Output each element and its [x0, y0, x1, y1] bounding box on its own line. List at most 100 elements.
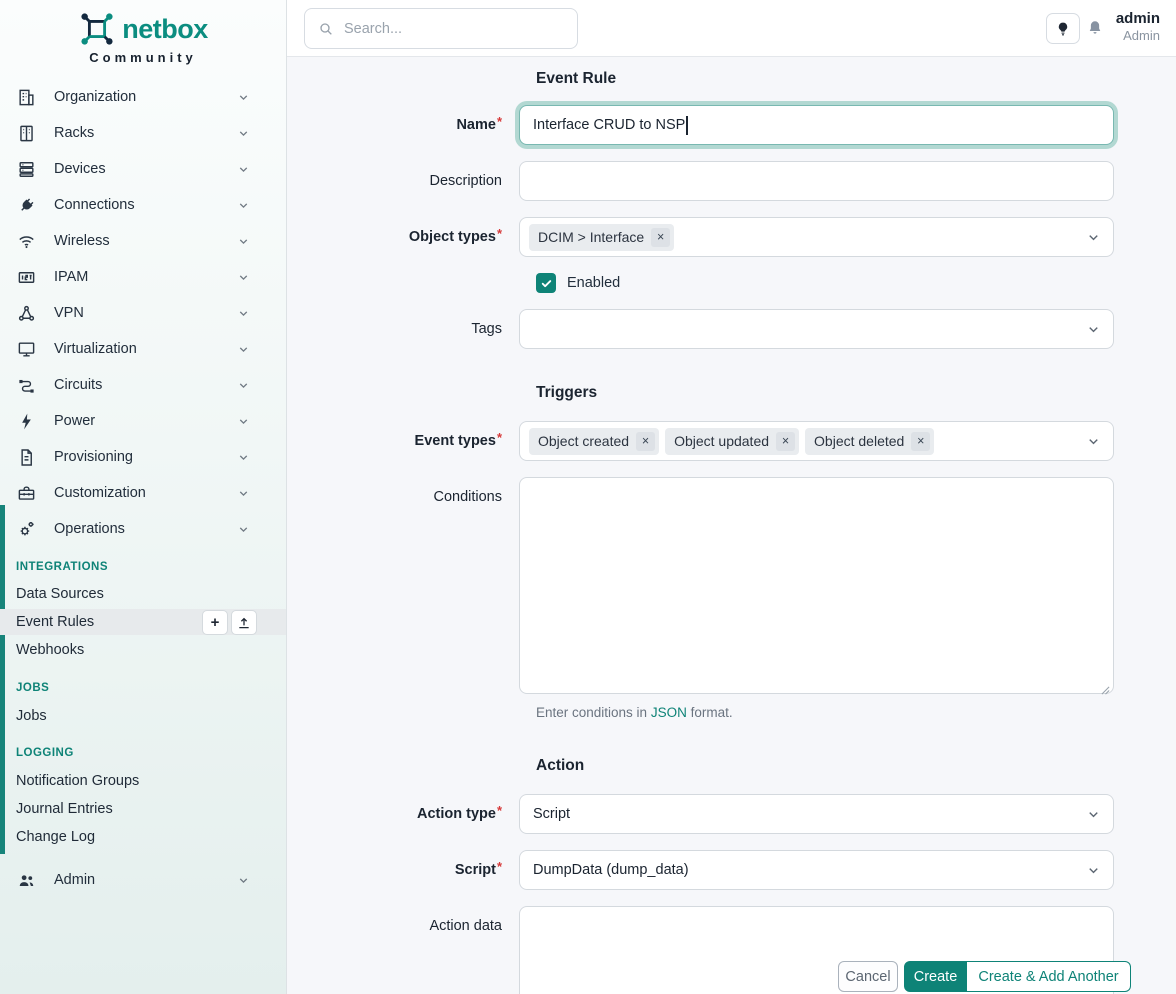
global-search[interactable] [304, 8, 578, 49]
selected-tag: DCIM > Interface × [529, 224, 674, 251]
circuit-icon [16, 375, 36, 395]
action-type-select[interactable]: Script [519, 794, 1114, 834]
sidebar-menu: Organization Racks Devices Connections W… [0, 79, 286, 547]
enabled-label: Enabled [567, 275, 620, 291]
chevron-down-icon [237, 163, 250, 176]
chevron-down-icon [237, 127, 250, 140]
brand-tagline: Community [0, 50, 286, 65]
import-event-rule-button[interactable] [231, 610, 257, 635]
sidebar-item-operations[interactable]: Operations [0, 511, 286, 547]
sidebar-item-change-log[interactable]: Change Log [0, 824, 286, 850]
section-title: LOGGING [0, 746, 286, 760]
user-menu[interactable]: admin Admin [1116, 9, 1160, 44]
sidebar-item-vpn[interactable]: VPN [0, 295, 286, 331]
brand-name: netbox [122, 14, 208, 45]
sidebar-item-customization[interactable]: Customization [0, 475, 286, 511]
enabled-row: Enabled [536, 273, 1176, 293]
wifi-icon [16, 231, 36, 251]
netbox-logo[interactable]: netbox [0, 0, 286, 48]
object-types-select[interactable]: DCIM > Interface × [519, 217, 1114, 257]
network-nodes-icon [16, 303, 36, 323]
netbox-logo-icon [78, 10, 116, 48]
sidebar-item-circuits[interactable]: Circuits [0, 367, 286, 403]
event-types-select[interactable]: Object created × Object updated × Object… [519, 421, 1114, 461]
object-types-label: Object types* [287, 217, 519, 257]
section-title: INTEGRATIONS [0, 560, 286, 574]
monitor-icon [16, 339, 36, 359]
sidebar-item-wireless[interactable]: Wireless [0, 223, 286, 259]
remove-tag-icon[interactable]: × [776, 432, 795, 451]
chevron-down-icon [1086, 434, 1101, 449]
chevron-down-icon [237, 379, 250, 392]
chevron-down-icon [237, 343, 250, 356]
name-label: Name* [287, 105, 519, 145]
sidebar-item-devices[interactable]: Devices [0, 151, 286, 187]
sidebar-item-journal-entries[interactable]: Journal Entries [0, 796, 286, 822]
chevron-down-icon [1086, 863, 1101, 878]
sidebar-item-virtualization[interactable]: Virtualization [0, 331, 286, 367]
action-type-label: Action type* [287, 794, 519, 834]
sidebar-item-ipam[interactable]: IPAM [0, 259, 286, 295]
tags-label: Tags [287, 309, 519, 349]
sidebar-item-webhooks[interactable]: Webhooks [0, 637, 286, 663]
tags-select[interactable] [519, 309, 1114, 349]
chevron-down-icon [237, 307, 250, 320]
conditions-label: Conditions [287, 477, 519, 699]
sidebar-item-provisioning[interactable]: Provisioning [0, 439, 286, 475]
description-row: Description [287, 161, 1176, 201]
user-role: Admin [1116, 28, 1160, 44]
sidebar-item-racks[interactable]: Racks [0, 115, 286, 151]
sidebar-item-admin[interactable]: Admin [0, 862, 286, 898]
sidebar-item-event-rules[interactable]: Event Rules + [0, 609, 286, 635]
remove-tag-icon[interactable]: × [651, 228, 670, 247]
remove-tag-icon[interactable]: × [911, 432, 930, 451]
upload-icon [237, 616, 251, 630]
section-title: JOBS [0, 681, 286, 695]
chevron-down-icon [237, 415, 250, 428]
conditions-textarea[interactable] [519, 477, 1114, 694]
search-input[interactable] [344, 21, 564, 37]
theme-toggle-button[interactable] [1046, 13, 1080, 44]
json-link[interactable]: JSON [651, 705, 687, 720]
server-icon [16, 159, 36, 179]
sidebar-item-notification-groups[interactable]: Notification Groups [0, 768, 286, 794]
sidebar-item-jobs[interactable]: Jobs [0, 703, 286, 729]
chevron-down-icon [237, 874, 250, 887]
chevron-down-icon [237, 523, 250, 536]
counter-icon [16, 267, 36, 287]
chevron-down-icon [1086, 807, 1101, 822]
selected-tag: Object deleted × [805, 428, 934, 455]
document-icon [16, 447, 36, 467]
name-row: Name* Interface CRUD to NSP [287, 105, 1176, 145]
sidebar-item-data-sources[interactable]: Data Sources [0, 581, 286, 607]
cancel-button[interactable]: Cancel [838, 961, 898, 992]
enabled-checkbox[interactable] [536, 273, 556, 293]
script-select[interactable]: DumpData (dump_data) [519, 850, 1114, 890]
rack-icon [16, 123, 36, 143]
toolbox-icon [16, 483, 36, 503]
add-event-rule-button[interactable]: + [202, 610, 228, 635]
event-types-row: Event types* Object created × Object upd… [287, 421, 1176, 461]
sidebar-item-power[interactable]: Power [0, 403, 286, 439]
conditions-hint: Enter conditions in JSON format. [536, 706, 1176, 720]
chevron-down-icon [237, 235, 250, 248]
script-label: Script* [287, 850, 519, 890]
user-name: admin [1116, 9, 1160, 28]
gears-icon [16, 519, 36, 539]
notifications-button[interactable] [1086, 19, 1104, 37]
sidebar-item-connections[interactable]: Connections [0, 187, 286, 223]
create-button[interactable]: Create [904, 961, 967, 992]
sidebar-item-organization[interactable]: Organization [0, 79, 286, 115]
remove-tag-icon[interactable]: × [636, 432, 655, 451]
bell-icon [1086, 19, 1104, 37]
selected-tag: Object created × [529, 428, 659, 455]
create-add-another-button[interactable]: Create & Add Another [967, 961, 1131, 992]
text-caret [686, 116, 688, 135]
sidebar-section-logging: LOGGING Notification Groups Journal Entr… [0, 746, 286, 850]
description-input[interactable] [519, 161, 1114, 201]
action-type-row: Action type* Script [287, 794, 1176, 834]
building-icon [16, 87, 36, 107]
name-input[interactable]: Interface CRUD to NSP [519, 105, 1114, 145]
search-icon [318, 21, 334, 37]
sidebar-section-jobs: JOBS Jobs [0, 681, 286, 729]
